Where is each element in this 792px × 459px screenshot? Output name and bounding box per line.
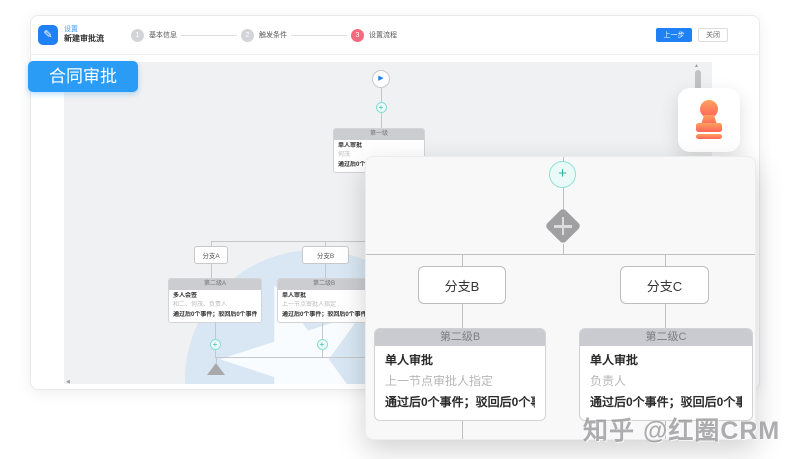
connector-line <box>322 322 323 339</box>
connector-line <box>325 264 326 278</box>
node-events: 通过后0个事件；驳回后0个事件 <box>385 396 535 410</box>
connector-line <box>665 254 666 266</box>
connector-line <box>462 304 463 328</box>
branch-a-label: 分支A <box>202 250 219 260</box>
add-node-button[interactable]: + <box>210 339 221 350</box>
add-node-button[interactable]: + <box>317 339 328 350</box>
page-title: 新建审批流 <box>64 33 104 44</box>
node-approval-type: 单人审批 <box>590 354 742 368</box>
node-approval-type: 单人审批 <box>282 292 366 301</box>
connector-line <box>215 322 216 339</box>
add-node-button[interactable]: + <box>376 102 387 113</box>
node-assignee: 上一节点审批人指定 <box>385 375 535 389</box>
app-icon: ✎ <box>38 25 58 45</box>
add-node-button[interactable]: + <box>549 161 576 188</box>
flow-title-tag: 合同审批 <box>28 61 138 92</box>
stamp-tool-card[interactable] <box>678 88 740 152</box>
connector-line <box>665 304 666 328</box>
connector-line <box>381 113 382 128</box>
step-connector <box>291 35 347 36</box>
screenshot-stage: ✎ 设置 新建审批流 1 基本信息 2 触发条件 3 设置流程 上一步 关闭 ★… <box>0 0 792 459</box>
step-2-circle[interactable]: 2 <box>241 29 254 42</box>
node-approval-type: 单人审批 <box>385 354 535 368</box>
topbar-buttons: 上一步 关闭 <box>656 15 728 55</box>
connector-line <box>211 264 212 278</box>
node-assignee: 负责人 <box>590 375 742 389</box>
node-events: 通过后0个事件；驳回后0个事件 <box>173 311 257 320</box>
node-header: 第二级B <box>278 279 370 290</box>
branch-c-label: 分支C <box>647 276 682 295</box>
scroll-up-icon[interactable]: ▲ <box>694 63 699 69</box>
branch-split-line <box>366 254 756 255</box>
watermark-text: 知乎 @红圈CRM <box>583 411 788 447</box>
scroll-left-icon[interactable]: ◀ <box>66 379 70 384</box>
node-approval-type: 单人审批 <box>338 142 420 151</box>
node-approval-type: 多人会签 <box>173 292 257 301</box>
branch-b-label: 分支B <box>317 250 334 260</box>
step-2-label: 触发条件 <box>259 30 287 40</box>
node-events: 通过后0个事件；驳回后0个事件 <box>590 396 742 410</box>
node-assignee: 和二、何茂、负责人 <box>173 301 257 310</box>
branch-c-node[interactable]: 分支C <box>620 266 709 304</box>
branch-b-node[interactable]: 分支B <box>418 266 506 304</box>
connector-line <box>215 350 216 357</box>
node-assignee: 上一节点审批人指定 <box>282 301 366 310</box>
node-header: 第一级 <box>334 129 424 140</box>
step-3-label: 设置流程 <box>369 30 397 40</box>
connector-line <box>381 88 382 102</box>
node-events: 通过后0个事件；驳回后0个事件 <box>282 311 366 320</box>
gateway-plus-icon <box>562 217 565 235</box>
branch-a-node[interactable]: 分支A <box>194 246 228 264</box>
end-node-triangle <box>207 363 225 375</box>
branch-b-label: 分支B <box>445 276 480 295</box>
step-1-circle[interactable]: 1 <box>131 29 144 42</box>
node-header: 第二级A <box>169 279 261 290</box>
connector-line <box>563 244 564 254</box>
node-header: 第二级B <box>375 329 545 346</box>
step-3-circle[interactable]: 3 <box>351 29 364 42</box>
vertical-scrollbar-thumb[interactable] <box>695 70 701 90</box>
connector-line <box>322 350 323 357</box>
level2c-node-card[interactable]: 第二级C 单人审批 负责人 通过后0个事件；驳回后0个事件 <box>579 328 753 421</box>
flow-zoom-overlay: + 分支B 分支C 第二级B 单人审批 上一节点审批人指定 通过后0个事件；驳回… <box>365 156 756 440</box>
stamp-icon <box>691 99 727 141</box>
close-button[interactable]: 关闭 <box>698 28 728 42</box>
level2a-node-card[interactable]: 第二级A 多人会签 和二、何茂、负责人 通过后0个事件；驳回后0个事件 <box>168 278 262 323</box>
start-node-play-icon[interactable]: ▶ <box>372 70 390 88</box>
step-connector <box>181 35 237 36</box>
branch-b-node-bg[interactable]: 分支B <box>302 246 349 264</box>
connector-line <box>462 254 463 266</box>
node-header: 第二级C <box>580 329 752 346</box>
previous-step-button[interactable]: 上一步 <box>656 28 692 42</box>
level2b-node-card[interactable]: 第二级B 单人审批 上一节点审批人指定 通过后0个事件；驳回后0个事件 <box>374 328 546 421</box>
connector-line <box>462 421 463 440</box>
step-1-label: 基本信息 <box>149 30 177 40</box>
level2b-node-card-bg[interactable]: 第二级B 单人审批 上一节点审批人指定 通过后0个事件；驳回后0个事件 <box>277 278 371 323</box>
wizard-steps: 1 基本信息 2 触发条件 3 设置流程 <box>131 15 401 55</box>
